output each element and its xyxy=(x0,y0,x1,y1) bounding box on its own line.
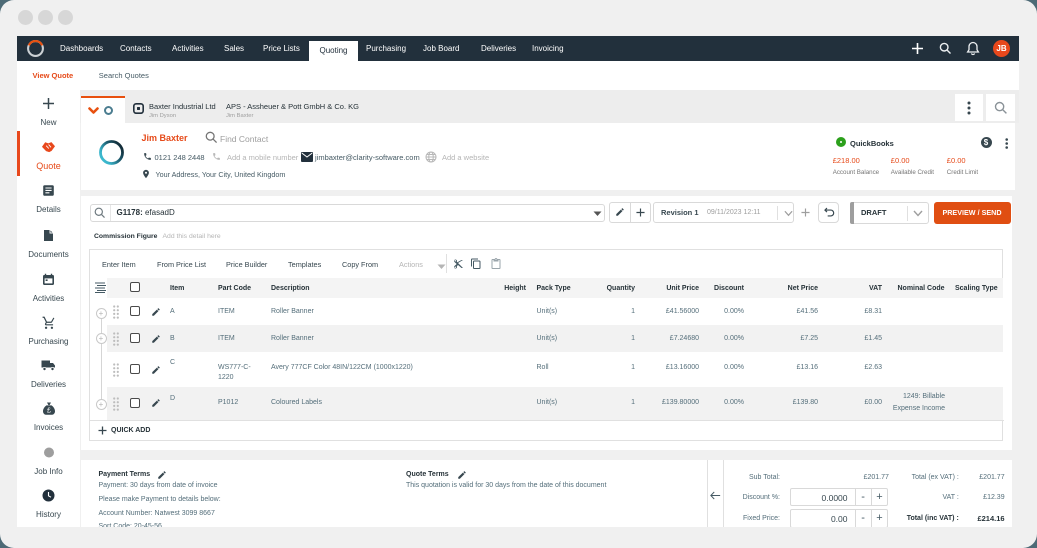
svg-text:£: £ xyxy=(47,408,51,415)
